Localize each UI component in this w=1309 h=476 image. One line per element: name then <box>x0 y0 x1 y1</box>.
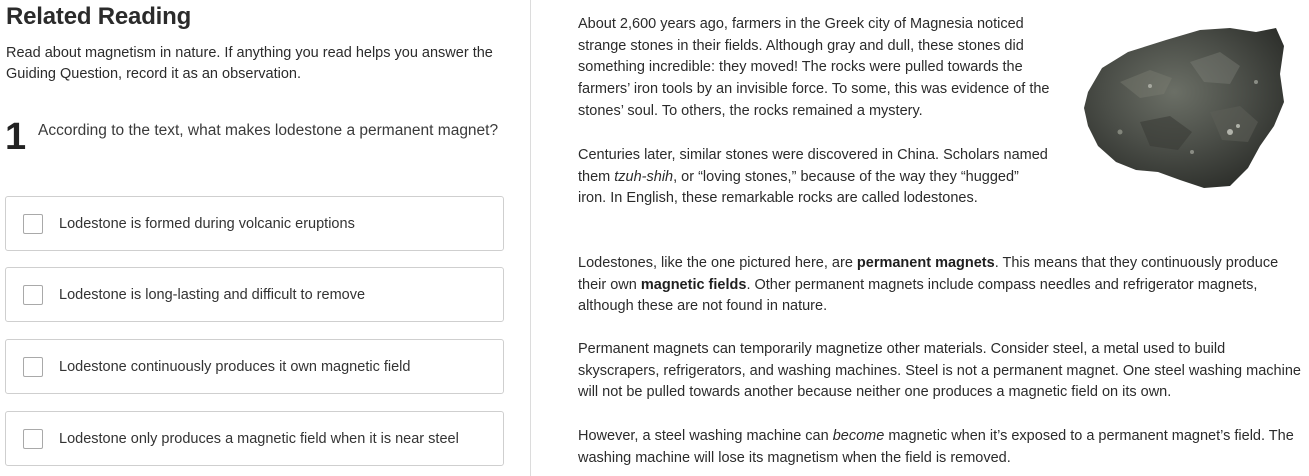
left-panel: Related Reading Read about magnetism in … <box>0 0 531 476</box>
answer-choice-label: Lodestone continuously produces it own m… <box>59 358 411 375</box>
italic-term: tzuh-shih <box>614 168 674 185</box>
answer-choice[interactable]: Lodestone continuously produces it own m… <box>5 339 504 394</box>
answer-choice-label: Lodestone is long-lasting and difficult … <box>59 286 366 303</box>
answer-choice[interactable]: Lodestone is formed during volcanic erup… <box>5 196 504 251</box>
question-number: 1 <box>5 116 27 158</box>
page-title: Related Reading <box>6 3 192 30</box>
text-run: However, a steel washing machine can <box>578 428 833 444</box>
answer-choice-label: Lodestone is formed during volcanic erup… <box>59 215 355 232</box>
italic-term: become <box>832 428 885 444</box>
reading-paragraph: However, a steel washing machine can bec… <box>578 426 1309 469</box>
reading-paragraph: Centuries later, similar stones were dis… <box>578 145 1048 210</box>
reading-paragraph: Lodestones, like the one pictured here, … <box>578 253 1303 318</box>
checkbox[interactable] <box>23 357 43 377</box>
reading-paragraph: Permanent magnets can temporarily magnet… <box>578 341 1301 401</box>
answer-choice[interactable]: Lodestone only produces a magnetic field… <box>5 411 504 466</box>
text-run: Lodestones, like the one pictured here, … <box>578 255 857 271</box>
checkbox[interactable] <box>23 429 43 449</box>
vocab-term: permanent magnets <box>856 255 995 271</box>
checkbox[interactable] <box>23 214 43 234</box>
question-text: According to the text, what makes lodest… <box>38 122 499 139</box>
intro-text: Read about magnetism in nature. If anyth… <box>6 45 493 82</box>
reading-paragraph: About 2,600 years ago, farmers in the Gr… <box>578 16 1050 119</box>
answer-choice-label: Lodestone only produces a magnetic field… <box>59 430 459 447</box>
vocab-term: magnetic fields <box>640 276 747 293</box>
lodestone-image <box>1084 28 1284 188</box>
reading-panel: About 2,600 years ago, farmers in the Gr… <box>532 0 1309 476</box>
answer-choice[interactable]: Lodestone is long-lasting and difficult … <box>5 267 504 322</box>
checkbox[interactable] <box>23 285 43 305</box>
